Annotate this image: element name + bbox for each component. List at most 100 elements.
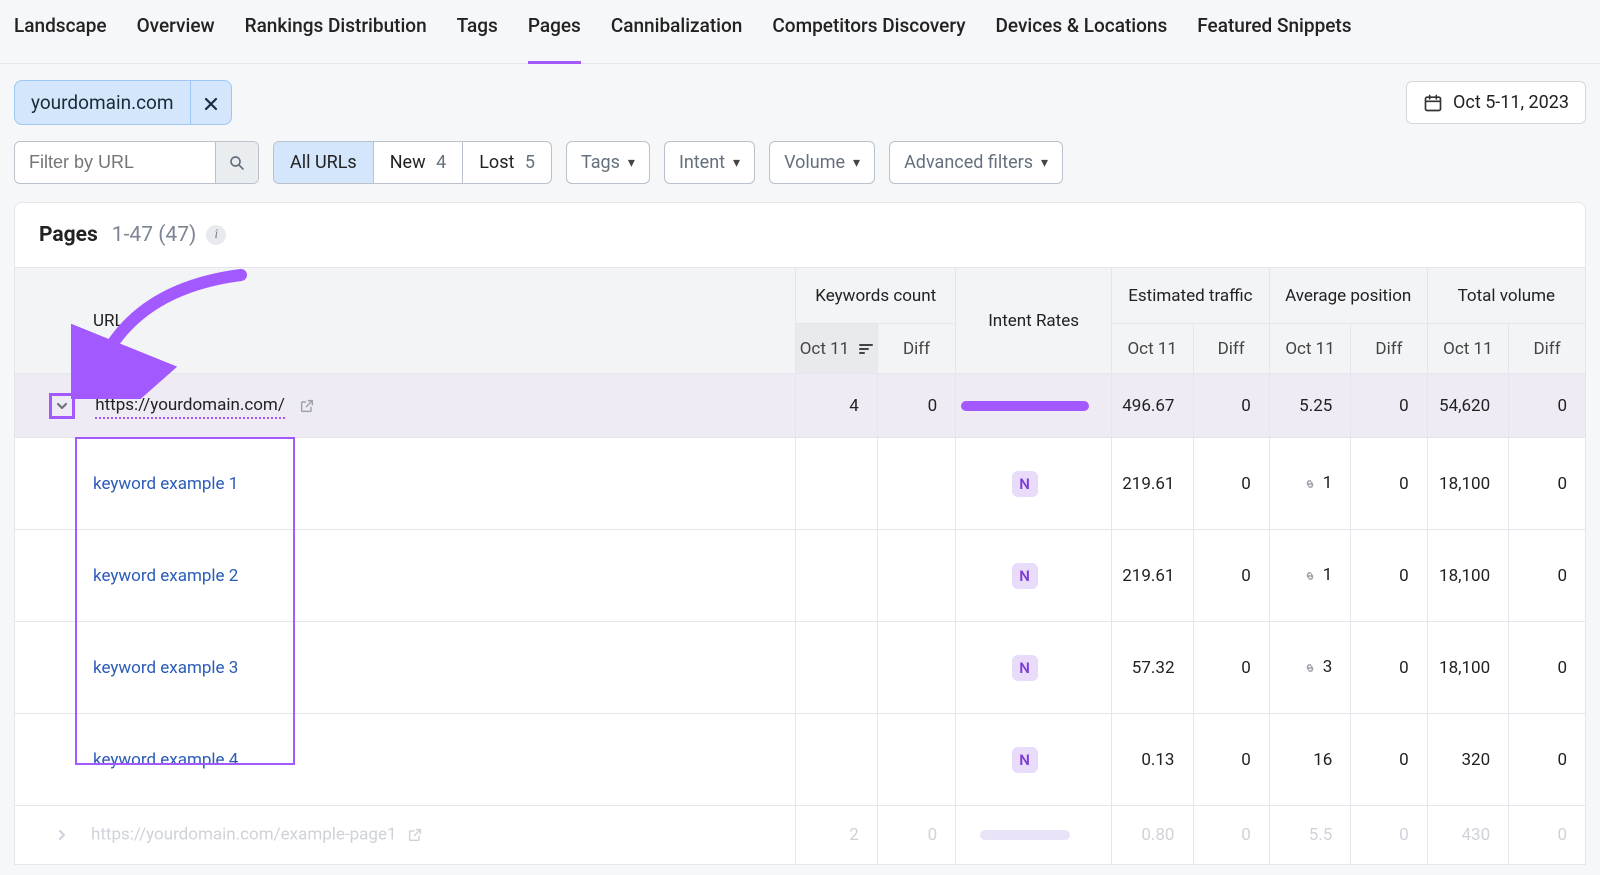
cell-vol-diff: 0 (1509, 374, 1585, 438)
cell-kw-count (796, 438, 878, 530)
intent-badge: N (1012, 747, 1038, 773)
tab-tags[interactable]: Tags (457, 14, 498, 47)
intent-bar (961, 401, 1089, 411)
col-average-position[interactable]: Average position (1269, 268, 1427, 324)
url-filter-search-button[interactable] (215, 142, 258, 183)
cell-pos: 1 (1269, 530, 1351, 622)
external-link-icon[interactable] (407, 824, 423, 844)
keyword-row: keyword example 1N219.6101018,1000 (15, 438, 1585, 530)
link-icon (1301, 566, 1319, 586)
keyword-link[interactable]: keyword example 2 (93, 566, 238, 586)
cell-kw-count: 4 (796, 374, 878, 438)
cell-pos: 3 (1269, 622, 1351, 714)
cell-traffic-diff: 0 (1193, 374, 1269, 438)
tab-cannibalization[interactable]: Cannibalization (611, 14, 743, 47)
filter-intent[interactable]: Intent ▾ (664, 141, 755, 184)
col-estimated-traffic[interactable]: Estimated traffic (1111, 268, 1269, 324)
segment-lost[interactable]: Lost 5 (463, 142, 551, 183)
cell-pos: 1 (1269, 438, 1351, 530)
url-filter-input[interactable] (15, 142, 215, 183)
cell-kw-diff (877, 438, 955, 530)
tab-pages[interactable]: Pages (528, 14, 581, 64)
segment-lost-count: 5 (525, 152, 535, 173)
keyword-link[interactable]: keyword example 4 (93, 750, 238, 770)
cell-pos-diff: 0 (1351, 622, 1427, 714)
cell-vol-diff: 0 (1509, 438, 1585, 530)
domain-chip-remove[interactable] (191, 83, 231, 123)
keyword-link[interactable]: keyword example 1 (93, 474, 238, 494)
keyword-row: keyword example 2N219.6101018,1000 (15, 530, 1585, 622)
cell-pos: 5.25 (1269, 374, 1351, 438)
col-intent-rates[interactable]: Intent Rates (956, 268, 1112, 374)
subcol-kw-diff[interactable]: Diff (877, 324, 955, 374)
col-total-volume[interactable]: Total volume (1427, 268, 1585, 324)
filter-volume[interactable]: Volume ▾ (769, 141, 875, 184)
cell-vol: 18,100 (1427, 622, 1509, 714)
cell-kw-count: 2 (796, 806, 878, 864)
expand-toggle[interactable] (49, 393, 75, 419)
filter-tags[interactable]: Tags ▾ (566, 141, 650, 184)
cell-kw-diff (877, 530, 955, 622)
tab-competitors-discovery[interactable]: Competitors Discovery (772, 14, 965, 47)
cell-traffic: 219.61 (1111, 530, 1193, 622)
subcol-kw-date[interactable]: Oct 11 (796, 324, 878, 374)
keyword-link[interactable]: keyword example 3 (93, 658, 238, 678)
segment-all-urls[interactable]: All URLs (274, 142, 374, 183)
cell-pos: 16 (1269, 714, 1351, 806)
cell-pos: 5.5 (1269, 806, 1351, 864)
subcol-traffic-date[interactable]: Oct 11 (1111, 324, 1193, 374)
cell-traffic: 496.67 (1111, 374, 1193, 438)
tab-featured-snippets[interactable]: Featured Snippets (1197, 14, 1351, 47)
expand-toggle[interactable] (49, 822, 75, 848)
subcol-traffic-diff[interactable]: Diff (1193, 324, 1269, 374)
date-range-label: Oct 5-11, 2023 (1453, 92, 1569, 113)
page-url[interactable]: https://yourdomain.com/example-page1 (91, 824, 397, 844)
col-keywords-count[interactable]: Keywords count (796, 268, 956, 324)
cell-vol-diff: 0 (1509, 806, 1585, 864)
cell-vol: 320 (1427, 714, 1509, 806)
intent-badge: N (1012, 655, 1038, 681)
cell-pos-diff: 0 (1351, 530, 1427, 622)
cell-intent: N (956, 530, 1112, 622)
chevron-right-icon (55, 828, 69, 842)
chevron-down-icon: ▾ (853, 155, 860, 171)
tab-rankings-distribution[interactable]: Rankings Distribution (245, 14, 427, 47)
subcol-vol-diff[interactable]: Diff (1509, 324, 1585, 374)
tab-devices-locations[interactable]: Devices & Locations (996, 14, 1168, 47)
pages-title: Pages (39, 223, 98, 247)
subcol-vol-date[interactable]: Oct 11 (1427, 324, 1509, 374)
tab-landscape[interactable]: Landscape (14, 14, 107, 47)
external-link-icon[interactable] (299, 395, 315, 415)
page-url[interactable]: https://yourdomain.com/ (95, 395, 285, 419)
subcol-pos-date[interactable]: Oct 11 (1269, 324, 1351, 374)
cell-pos-diff: 0 (1351, 714, 1427, 806)
cell-traffic-diff: 0 (1193, 806, 1269, 864)
link-icon (1301, 658, 1319, 678)
date-range-button[interactable]: Oct 5-11, 2023 (1406, 81, 1586, 124)
top-tabs: Landscape Overview Rankings Distribution Ta… (0, 0, 1600, 64)
cell-traffic: 219.61 (1111, 438, 1193, 530)
cell-kw-diff (877, 714, 955, 806)
col-url[interactable]: URL (15, 268, 796, 374)
cell-traffic-diff: 0 (1193, 714, 1269, 806)
cell-intent (956, 374, 1112, 438)
subcol-pos-diff[interactable]: Diff (1351, 324, 1427, 374)
cell-intent: N (956, 714, 1112, 806)
segment-lost-label: Lost (479, 152, 514, 173)
tab-overview[interactable]: Overview (137, 14, 215, 47)
filter-advanced[interactable]: Advanced filters ▾ (889, 141, 1063, 184)
cell-pos-diff: 0 (1351, 806, 1427, 864)
chevron-down-icon (55, 399, 69, 413)
cell-traffic-diff: 0 (1193, 622, 1269, 714)
chevron-down-icon: ▾ (1041, 155, 1048, 171)
calendar-icon (1423, 93, 1443, 113)
segment-new[interactable]: New 4 (374, 142, 464, 183)
cell-intent (956, 806, 1112, 864)
url-filter-input-wrap (14, 141, 259, 184)
domain-chip: yourdomain.com (14, 80, 232, 125)
pages-table: URL Keywords count Intent Rates Estimate… (15, 267, 1585, 864)
page-row-collapsed: https://yourdomain.com/example-page1200.… (15, 806, 1585, 864)
info-icon[interactable]: i (206, 225, 226, 245)
filter-intent-label: Intent (679, 152, 725, 173)
cell-kw-count (796, 530, 878, 622)
